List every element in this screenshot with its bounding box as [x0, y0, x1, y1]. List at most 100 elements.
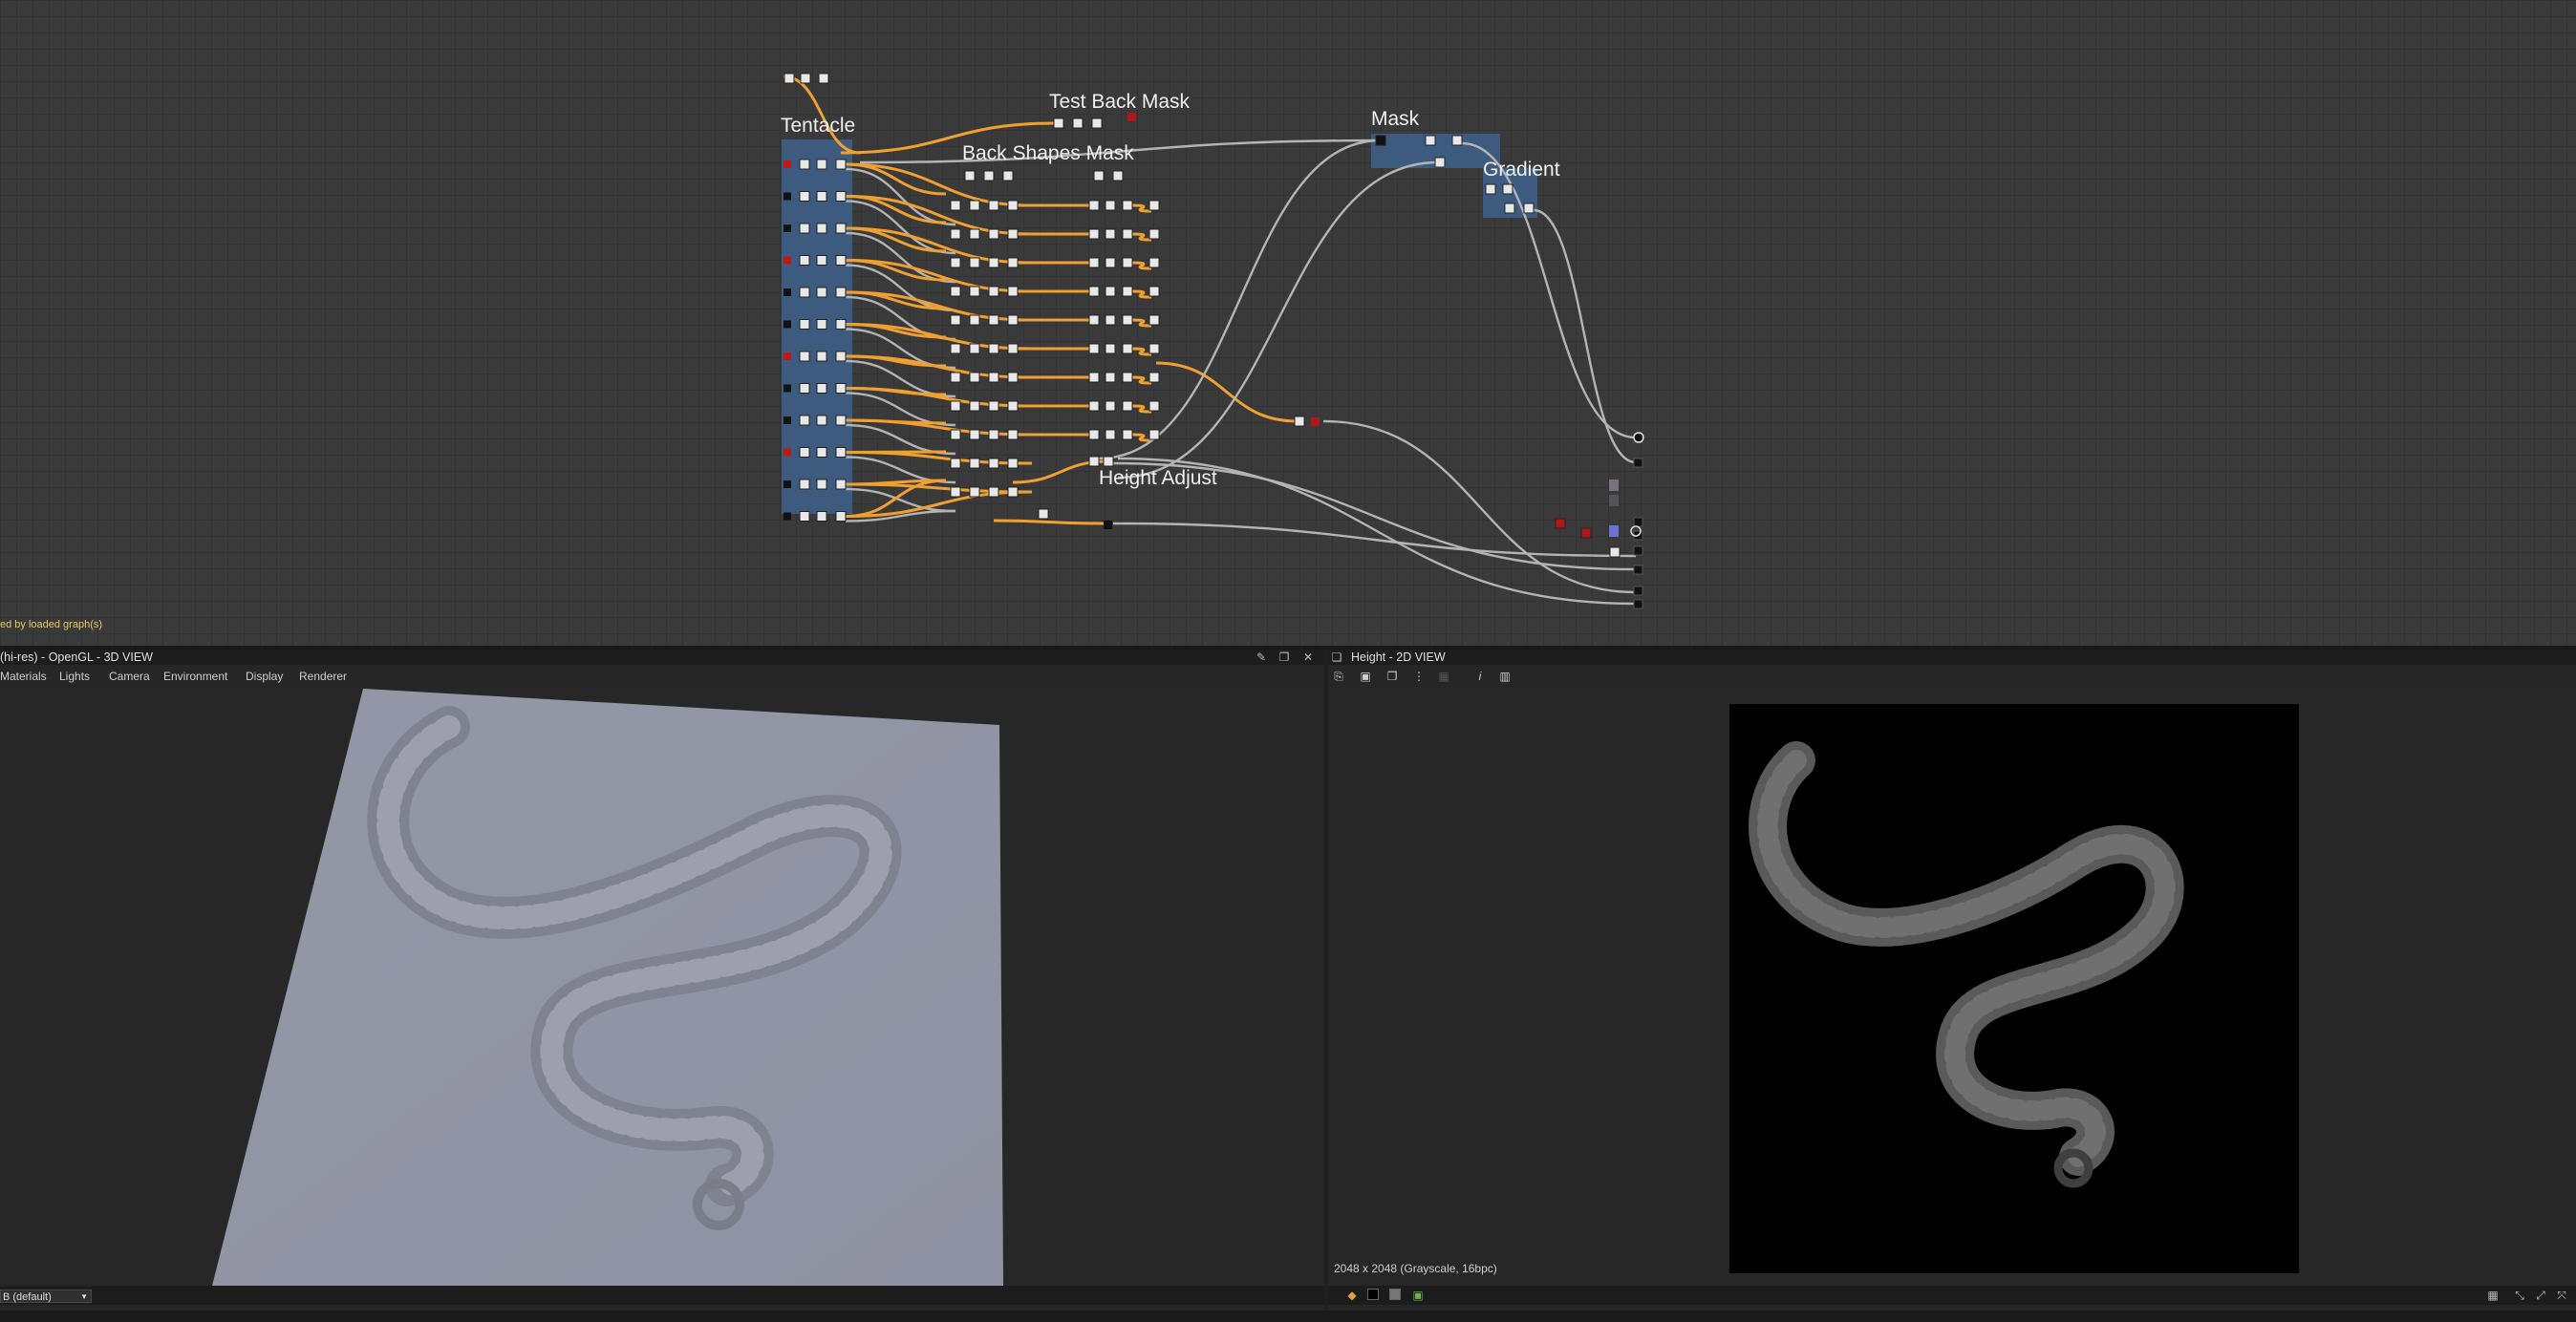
graph-wire — [845, 487, 956, 513]
reset-view-icon[interactable]: ⤧ — [2555, 1289, 2568, 1302]
graph-nodes[interactable] — [784, 73, 1644, 609]
graph-node — [988, 400, 999, 412]
graph-node — [816, 255, 827, 266]
graph-node — [1451, 135, 1463, 146]
histogram-icon[interactable]: ▥ — [1496, 669, 1513, 684]
close-icon[interactable]: ✕ — [1301, 650, 1315, 664]
undock-icon[interactable]: ❐ — [1277, 650, 1291, 664]
graph-node — [816, 287, 827, 298]
graph-node — [969, 257, 980, 268]
graph-output-node — [1633, 586, 1643, 596]
graph-node — [1088, 400, 1100, 412]
graph-node — [1088, 343, 1100, 354]
graph-node — [1105, 286, 1116, 297]
view2d-statusbar: ◆ ▣ ▦ ⤡ ⤢ ⤧ — [1328, 1286, 2576, 1305]
graph-wire — [1131, 433, 1152, 442]
graph-node-swatch — [1609, 480, 1619, 491]
graph-node — [799, 319, 810, 330]
graph-node — [1122, 200, 1133, 211]
graph-node — [1375, 135, 1386, 146]
view2d-title: Height - 2D VIEW — [1351, 650, 1446, 664]
grid-icon[interactable]: ▦ — [2486, 1289, 2500, 1302]
layers-icon[interactable]: ◆ — [1345, 1289, 1359, 1302]
graph-node — [1072, 117, 1084, 129]
checker-bg-icon[interactable]: ▣ — [1411, 1289, 1425, 1302]
graph-node — [816, 319, 827, 330]
graph-node — [1007, 486, 1019, 498]
graph-output-node — [1633, 565, 1643, 575]
status-message: ed by loaded graph(s) — [0, 619, 103, 630]
tiling-icon[interactable]: ▦ — [1435, 669, 1452, 684]
graph-node — [1007, 343, 1019, 354]
graph-node — [799, 415, 810, 426]
graph-node — [1091, 117, 1103, 129]
menu-camera[interactable]: Camera — [109, 668, 150, 685]
environment-select[interactable]: B (default) ▼ — [0, 1290, 92, 1303]
graph-node — [835, 287, 847, 298]
graph-node — [835, 351, 847, 362]
fit-icon[interactable]: ⤡ — [2513, 1289, 2526, 1302]
menu-materials[interactable]: Materials — [0, 668, 47, 685]
graph-node — [816, 415, 827, 426]
view2d-viewport[interactable]: 2048 x 2048 (Grayscale, 16bpc) — [1328, 689, 2576, 1286]
graph-node — [1088, 429, 1100, 440]
black-bg-icon[interactable] — [1367, 1289, 1379, 1300]
graph-node — [1105, 343, 1116, 354]
graph-node — [799, 479, 810, 490]
frame-title-test-back-mask: Test Back Mask — [1049, 91, 1191, 113]
graph-node — [1122, 286, 1133, 297]
tentacle-output-socket — [784, 160, 791, 168]
graph-node — [1148, 343, 1160, 354]
graph-node — [950, 286, 961, 297]
graph-wire — [845, 456, 956, 484]
graph-node — [988, 486, 999, 498]
menu-display[interactable]: Display — [246, 668, 283, 685]
graph-node — [1122, 228, 1133, 240]
graph-node — [950, 400, 961, 412]
frame-title-height-adjust: Height Adjust — [1099, 467, 1217, 489]
graph-node — [950, 372, 961, 383]
graph-node — [988, 429, 999, 440]
graph-node — [950, 228, 961, 240]
view3d-viewport[interactable] — [0, 689, 1324, 1286]
graph-node — [799, 383, 810, 394]
graph-node — [835, 191, 847, 202]
menu-lights[interactable]: Lights — [59, 668, 90, 685]
graph-wire — [1131, 289, 1152, 299]
graph-wire — [1131, 203, 1152, 213]
graph-node — [988, 343, 999, 354]
graph-node — [1104, 521, 1112, 529]
graph-node — [950, 200, 961, 211]
info-icon[interactable]: i — [1471, 669, 1489, 684]
graph-node — [969, 200, 980, 211]
graph-node — [1485, 183, 1496, 195]
graph-node-swatch — [1609, 495, 1619, 506]
menu-environment[interactable]: Environment — [163, 668, 227, 685]
view2d-panel: ❏ Height - 2D VIEW ⎘ ▣ ❐ ⋮ ▦ i ▥ 2048 x … — [1328, 650, 2576, 1314]
graph-node-swatch — [1609, 525, 1619, 537]
graph-wire — [845, 354, 1033, 379]
graph-node — [1148, 257, 1160, 268]
fullscreen-icon[interactable]: ⤢ — [2534, 1289, 2547, 1302]
tentacle-output-socket — [784, 384, 791, 393]
graph-node — [1112, 170, 1124, 181]
graph-node — [1148, 314, 1160, 326]
save-icon[interactable]: ▣ — [1357, 669, 1374, 684]
duplicate-icon[interactable]: ❐ — [1384, 669, 1401, 684]
tentacle-output-socket — [784, 256, 791, 265]
graph-wire — [845, 451, 1033, 465]
graph-node — [1105, 314, 1116, 326]
graph-wire — [845, 323, 1033, 351]
copy-image-icon[interactable]: ⎘ — [1330, 669, 1347, 684]
gray-bg-icon[interactable] — [1389, 1289, 1401, 1300]
node-graph-canvas[interactable]: Tentacle Test Back Mask Back Shapes Mask… — [0, 0, 2576, 646]
pin-icon[interactable]: ✎ — [1255, 650, 1268, 664]
graph-node — [1088, 456, 1100, 467]
channels-icon[interactable]: ⋮ — [1410, 669, 1428, 684]
view3d-title: (hi-res) - OpenGL - 3D VIEW — [0, 650, 153, 664]
menu-renderer[interactable]: Renderer — [299, 668, 347, 685]
graph-node — [784, 73, 795, 84]
graph-node — [988, 286, 999, 297]
graph-node — [1105, 200, 1116, 211]
graph-output-node — [1633, 545, 1643, 556]
